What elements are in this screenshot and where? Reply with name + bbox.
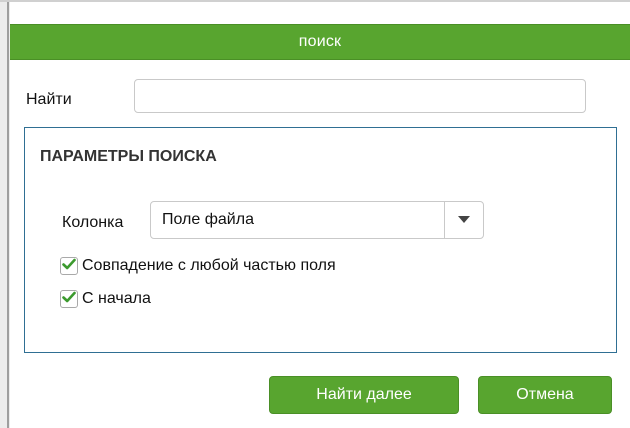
find-input[interactable]	[134, 79, 586, 113]
find-label: Найти	[26, 91, 72, 108]
option-any-part[interactable]: Совпадение с любой частью поля	[60, 257, 336, 275]
checkbox-any-part[interactable]	[60, 257, 78, 275]
checkbox-from-start[interactable]	[60, 290, 78, 308]
check-icon	[62, 257, 76, 275]
window-edge-divider	[7, 0, 9, 428]
search-dialog: поиск Найти ПАРАМЕТРЫ ПОИСКА Колонка Пол…	[0, 0, 630, 428]
column-select[interactable]: Поле файла	[150, 201, 484, 239]
check-icon	[62, 290, 76, 308]
chevron-down-icon	[458, 211, 470, 229]
cancel-button[interactable]: Отмена	[478, 376, 612, 414]
option-from-start[interactable]: С начала	[60, 290, 151, 308]
option-from-start-label: С начала	[82, 290, 151, 307]
dialog-title: поиск	[298, 33, 342, 50]
column-label: Колонка	[62, 214, 124, 231]
dropdown-button[interactable]	[445, 202, 483, 238]
find-next-button[interactable]: Найти далее	[269, 376, 459, 414]
search-params-title: ПАРАМЕТРЫ ПОИСКА	[40, 148, 217, 165]
dialog-titlebar: поиск	[10, 24, 630, 60]
top-divider	[0, 0, 630, 2]
column-select-value: Поле файла	[162, 211, 254, 228]
option-any-part-label: Совпадение с любой частью поля	[82, 257, 336, 274]
